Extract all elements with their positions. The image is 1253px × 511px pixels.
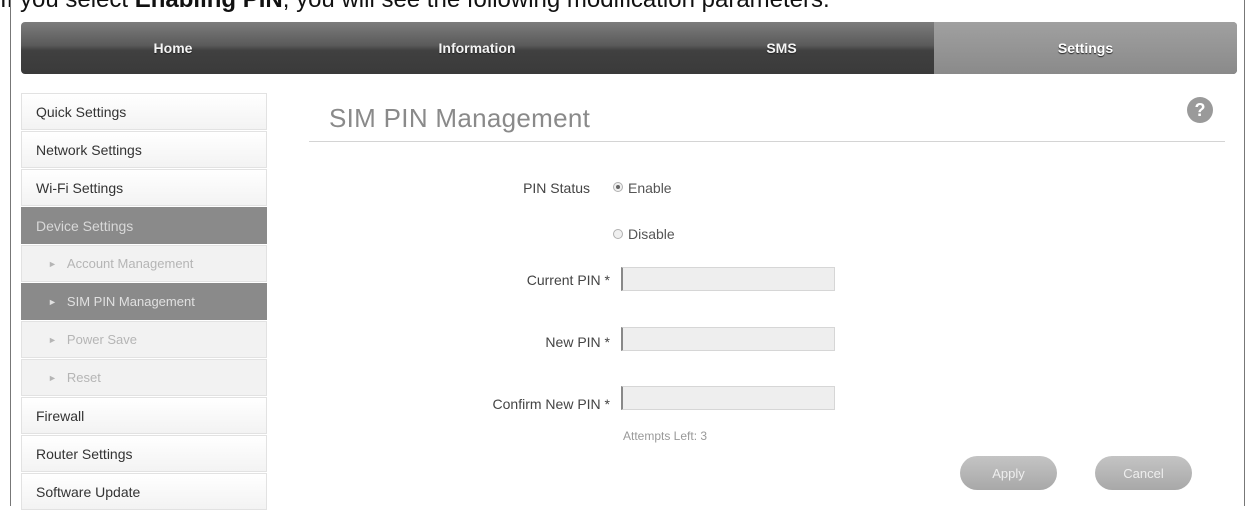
page-title: SIM PIN Management bbox=[329, 103, 591, 133]
new-pin-label: New PIN * bbox=[545, 334, 610, 350]
enable-radio[interactable] bbox=[613, 182, 623, 192]
cancel-button[interactable]: Cancel bbox=[1095, 456, 1192, 490]
sidebar-item-label: Account Management bbox=[66, 256, 194, 271]
apply-button[interactable]: Apply bbox=[960, 456, 1057, 490]
confirm-new-pin-label: Confirm New PIN * bbox=[492, 396, 610, 412]
sidebar-subitem-sim-pin-management[interactable]: ► SIM PIN Management bbox=[21, 283, 267, 320]
sidebar-item-software-update[interactable]: Software Update bbox=[21, 473, 267, 510]
main-nav: Home Information SMS Settings bbox=[21, 22, 1237, 74]
disable-radio[interactable] bbox=[613, 229, 623, 239]
sidebar-item-wifi-settings[interactable]: Wi-Fi Settings bbox=[21, 169, 267, 206]
bullet-icon: ► bbox=[48, 334, 57, 345]
sidebar-item-quick-settings[interactable]: Quick Settings bbox=[21, 93, 267, 130]
sidebar-item-device-settings[interactable]: Device Settings bbox=[21, 207, 267, 244]
disable-radio-label[interactable]: Disable bbox=[628, 226, 675, 242]
sidebar-item-label: Reset bbox=[66, 370, 101, 385]
bullet-icon: ► bbox=[48, 372, 57, 383]
nav-tab-information[interactable]: Information bbox=[325, 22, 629, 74]
nav-tab-sms[interactable]: SMS bbox=[629, 22, 934, 74]
current-pin-label: Current PIN * bbox=[526, 272, 610, 288]
bullet-icon: ► bbox=[48, 258, 57, 269]
pin-status-label: PIN Status bbox=[523, 180, 590, 196]
sidebar-subitem-power-save[interactable]: ► Power Save bbox=[21, 321, 267, 358]
sidebar-subitem-reset[interactable]: ► Reset bbox=[21, 359, 267, 396]
nav-tab-settings[interactable]: Settings bbox=[934, 22, 1237, 74]
bullet-icon: ► bbox=[48, 296, 57, 307]
confirm-new-pin-field[interactable] bbox=[621, 386, 835, 410]
help-icon[interactable]: ? bbox=[1187, 97, 1213, 123]
sidebar-item-network-settings[interactable]: Network Settings bbox=[21, 131, 267, 168]
attempts-left-text: Attempts Left: 3 bbox=[623, 429, 708, 443]
sidebar: Quick Settings Network Settings Wi-Fi Se… bbox=[21, 93, 267, 511]
new-pin-field[interactable] bbox=[621, 327, 835, 351]
sidebar-item-label: SIM PIN Management bbox=[66, 294, 195, 309]
sidebar-subitem-account-management[interactable]: ► Account Management bbox=[21, 245, 267, 282]
sidebar-item-label: Power Save bbox=[66, 332, 138, 347]
nav-tab-home[interactable]: Home bbox=[21, 22, 325, 74]
sidebar-item-firewall[interactable]: Firewall bbox=[21, 397, 267, 434]
enable-radio-label[interactable]: Enable bbox=[628, 180, 672, 196]
sidebar-item-router-settings[interactable]: Router Settings bbox=[21, 435, 267, 472]
current-pin-field[interactable] bbox=[621, 267, 835, 291]
title-divider bbox=[309, 141, 1225, 142]
